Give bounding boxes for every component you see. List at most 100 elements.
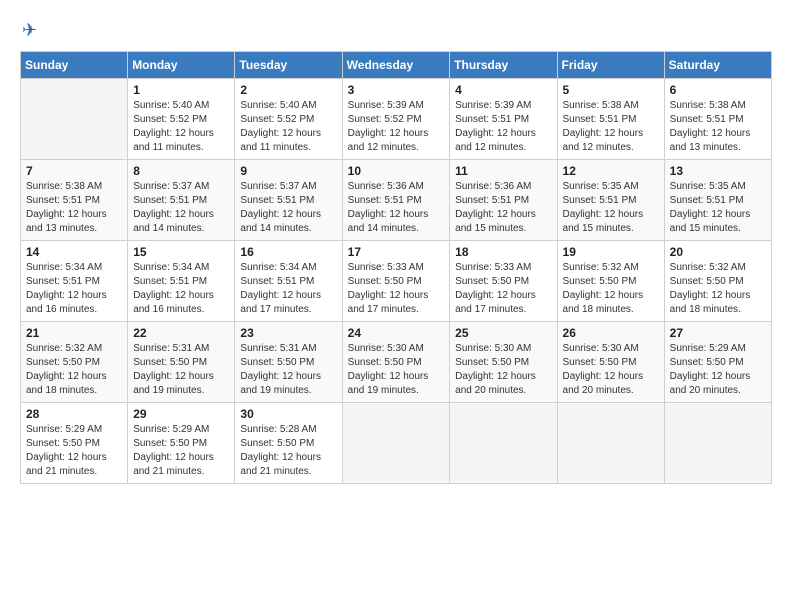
day-number: 10 <box>348 164 445 178</box>
day-number: 8 <box>133 164 229 178</box>
day-info: Sunrise: 5:40 AM Sunset: 5:52 PM Dayligh… <box>240 99 336 155</box>
calendar-cell: 10Sunrise: 5:36 AM Sunset: 5:51 PM Dayli… <box>342 160 450 241</box>
day-number: 15 <box>133 245 229 259</box>
calendar-cell: 13 Sunrise: 5:35 AM Sunset: 5:51 PM Dayli… <box>664 160 771 241</box>
day-number: 28 <box>26 407 122 421</box>
calendar-cell: 8 Sunrise: 5:37 AM Sunset: 5:51 PM Daylig… <box>128 160 235 241</box>
day-number: 30 <box>240 407 336 421</box>
day-info: Sunrise: 5:40 AM Sunset: 5:52 PM Dayligh… <box>133 99 229 155</box>
day-info: Sunrise: 5:29 AM Sunset: 5:50 PM Dayligh… <box>26 423 122 479</box>
day-info: Sunrise: 5:38 AM Sunset: 5:51 PM Dayligh… <box>563 99 659 155</box>
calendar-cell <box>342 403 450 484</box>
calendar-cell <box>664 403 771 484</box>
calendar-cell: 20 Sunrise: 5:32 AM Sunset: 5:50 PM Dayli… <box>664 241 771 322</box>
day-number: 17 <box>348 245 445 259</box>
calendar-week-row: 14 Sunrise: 5:34 AM Sunset: 5:51 PM Dayli… <box>21 241 772 322</box>
day-header-wednesday: Wednesday <box>342 52 450 79</box>
day-number: 4 <box>455 83 551 97</box>
day-number: 7 <box>26 164 122 178</box>
calendar-cell: 29 Sunrise: 5:29 AM Sunset: 5:50 PM Dayli… <box>128 403 235 484</box>
day-info: Sunrise: 5:34 AM Sunset: 5:51 PM Dayligh… <box>133 261 229 317</box>
calendar-cell: 12 Sunrise: 5:35 AM Sunset: 5:51 PM Dayli… <box>557 160 664 241</box>
calendar-header-row: SundayMondayTuesdayWednesdayThursdayFrid… <box>21 52 772 79</box>
day-number: 16 <box>240 245 336 259</box>
calendar-cell: 6Sunrise: 5:38 AM Sunset: 5:51 PM Daylig… <box>664 79 771 160</box>
day-header-monday: Monday <box>128 52 235 79</box>
calendar-cell: 21 Sunrise: 5:32 AM Sunset: 5:50 PM Dayli… <box>21 322 128 403</box>
calendar-cell: 26 Sunrise: 5:30 AM Sunset: 5:50 PM Dayli… <box>557 322 664 403</box>
day-number: 13 <box>670 164 766 178</box>
day-number: 19 <box>563 245 659 259</box>
calendar-cell: 30 Sunrise: 5:28 AM Sunset: 5:50 PM Dayli… <box>235 403 342 484</box>
day-info: Sunrise: 5:35 AM Sunset: 5:51 PM Dayligh… <box>563 180 659 236</box>
day-number: 14 <box>26 245 122 259</box>
calendar-week-row: 21 Sunrise: 5:32 AM Sunset: 5:50 PM Dayli… <box>21 322 772 403</box>
calendar-cell: 23 Sunrise: 5:31 AM Sunset: 5:50 PM Dayli… <box>235 322 342 403</box>
day-number: 3 <box>348 83 445 97</box>
calendar-cell: 27Sunrise: 5:29 AM Sunset: 5:50 PM Dayli… <box>664 322 771 403</box>
day-info: Sunrise: 5:30 AM Sunset: 5:50 PM Dayligh… <box>348 342 445 398</box>
calendar-cell: 9 Sunrise: 5:37 AM Sunset: 5:51 PM Daylig… <box>235 160 342 241</box>
day-info: Sunrise: 5:30 AM Sunset: 5:50 PM Dayligh… <box>563 342 659 398</box>
day-info: Sunrise: 5:37 AM Sunset: 5:51 PM Dayligh… <box>133 180 229 236</box>
calendar-cell: 3Sunrise: 5:39 AM Sunset: 5:52 PM Daylig… <box>342 79 450 160</box>
day-number: 23 <box>240 326 336 340</box>
day-info: Sunrise: 5:33 AM Sunset: 5:50 PM Dayligh… <box>348 261 445 317</box>
calendar-week-row: 1 Sunrise: 5:40 AM Sunset: 5:52 PM Daylig… <box>21 79 772 160</box>
day-number: 29 <box>133 407 229 421</box>
calendar-cell: 1 Sunrise: 5:40 AM Sunset: 5:52 PM Daylig… <box>128 79 235 160</box>
day-header-saturday: Saturday <box>664 52 771 79</box>
day-info: Sunrise: 5:35 AM Sunset: 5:51 PM Dayligh… <box>670 180 766 236</box>
day-number: 25 <box>455 326 551 340</box>
day-header-thursday: Thursday <box>450 52 557 79</box>
day-info: Sunrise: 5:37 AM Sunset: 5:51 PM Dayligh… <box>240 180 336 236</box>
calendar-week-row: 7 Sunrise: 5:38 AM Sunset: 5:51 PM Daylig… <box>21 160 772 241</box>
logo-bird-icon: ✈ <box>22 20 37 41</box>
calendar-cell: 7 Sunrise: 5:38 AM Sunset: 5:51 PM Daylig… <box>21 160 128 241</box>
calendar-cell: 18Sunrise: 5:33 AM Sunset: 5:50 PM Dayli… <box>450 241 557 322</box>
calendar-week-row: 28 Sunrise: 5:29 AM Sunset: 5:50 PM Dayli… <box>21 403 772 484</box>
day-info: Sunrise: 5:32 AM Sunset: 5:50 PM Dayligh… <box>670 261 766 317</box>
day-number: 20 <box>670 245 766 259</box>
day-number: 22 <box>133 326 229 340</box>
day-number: 5 <box>563 83 659 97</box>
day-info: Sunrise: 5:32 AM Sunset: 5:50 PM Dayligh… <box>26 342 122 398</box>
day-info: Sunrise: 5:38 AM Sunset: 5:51 PM Dayligh… <box>26 180 122 236</box>
calendar-cell: 5 Sunrise: 5:38 AM Sunset: 5:51 PM Daylig… <box>557 79 664 160</box>
logo: ✈ <box>20 20 37 41</box>
day-number: 12 <box>563 164 659 178</box>
calendar-cell: 28 Sunrise: 5:29 AM Sunset: 5:50 PM Dayli… <box>21 403 128 484</box>
calendar-cell <box>557 403 664 484</box>
day-number: 2 <box>240 83 336 97</box>
day-info: Sunrise: 5:34 AM Sunset: 5:51 PM Dayligh… <box>26 261 122 317</box>
calendar-cell: 2 Sunrise: 5:40 AM Sunset: 5:52 PM Daylig… <box>235 79 342 160</box>
calendar-cell: 17 Sunrise: 5:33 AM Sunset: 5:50 PM Dayli… <box>342 241 450 322</box>
day-info: Sunrise: 5:36 AM Sunset: 5:51 PM Dayligh… <box>455 180 551 236</box>
day-info: Sunrise: 5:28 AM Sunset: 5:50 PM Dayligh… <box>240 423 336 479</box>
calendar-table: SundayMondayTuesdayWednesdayThursdayFrid… <box>20 51 772 484</box>
calendar-cell: 15 Sunrise: 5:34 AM Sunset: 5:51 PM Dayli… <box>128 241 235 322</box>
calendar-cell: 4Sunrise: 5:39 AM Sunset: 5:51 PM Daylig… <box>450 79 557 160</box>
day-number: 18 <box>455 245 551 259</box>
calendar-cell: 19 Sunrise: 5:32 AM Sunset: 5:50 PM Dayli… <box>557 241 664 322</box>
calendar-cell <box>21 79 128 160</box>
day-info: Sunrise: 5:29 AM Sunset: 5:50 PM Dayligh… <box>670 342 766 398</box>
day-header-sunday: Sunday <box>21 52 128 79</box>
calendar-cell: 22Sunrise: 5:31 AM Sunset: 5:50 PM Dayli… <box>128 322 235 403</box>
day-info: Sunrise: 5:30 AM Sunset: 5:50 PM Dayligh… <box>455 342 551 398</box>
day-number: 9 <box>240 164 336 178</box>
day-info: Sunrise: 5:32 AM Sunset: 5:50 PM Dayligh… <box>563 261 659 317</box>
day-number: 6 <box>670 83 766 97</box>
day-info: Sunrise: 5:29 AM Sunset: 5:50 PM Dayligh… <box>133 423 229 479</box>
calendar-cell: 14 Sunrise: 5:34 AM Sunset: 5:51 PM Dayli… <box>21 241 128 322</box>
day-header-friday: Friday <box>557 52 664 79</box>
calendar-cell: 16Sunrise: 5:34 AM Sunset: 5:51 PM Dayli… <box>235 241 342 322</box>
day-number: 26 <box>563 326 659 340</box>
day-number: 11 <box>455 164 551 178</box>
day-number: 21 <box>26 326 122 340</box>
calendar-cell <box>450 403 557 484</box>
day-info: Sunrise: 5:31 AM Sunset: 5:50 PM Dayligh… <box>240 342 336 398</box>
day-number: 1 <box>133 83 229 97</box>
calendar-cell: 24Sunrise: 5:30 AM Sunset: 5:50 PM Dayli… <box>342 322 450 403</box>
day-header-tuesday: Tuesday <box>235 52 342 79</box>
